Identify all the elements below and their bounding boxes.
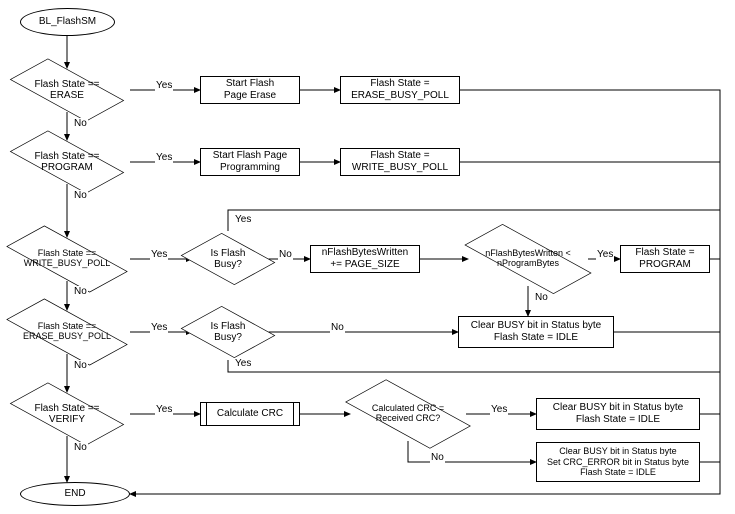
action-start-erase: Start FlashPage Erase bbox=[200, 76, 300, 104]
decision-busy-label: Is FlashBusy? bbox=[190, 230, 266, 288]
action-label: Clear BUSY bit in Status byteSet CRC_ERR… bbox=[547, 446, 689, 478]
action-state-erase-busy: Flash State =ERASE_BUSY_POLL bbox=[340, 76, 460, 104]
edge-label: No bbox=[73, 442, 88, 453]
edge-label: Yes bbox=[150, 249, 168, 260]
action-state-program: Flash State =PROGRAM bbox=[620, 245, 710, 273]
action-crc-ok: Clear BUSY bit in Status byteFlash State… bbox=[536, 398, 700, 430]
decision-verify: Flash State ==VERIFY bbox=[13, 387, 121, 441]
edge-label: Yes bbox=[155, 80, 173, 91]
decision-crc-label: Calculated CRC =Received CRC? bbox=[348, 385, 468, 443]
action-crc-error: Clear BUSY bit in Status byteSet CRC_ERR… bbox=[536, 442, 700, 482]
edge-label: Yes bbox=[155, 404, 173, 415]
end-label: END bbox=[64, 488, 85, 500]
edge-label: No bbox=[430, 452, 445, 463]
edge-label: Yes bbox=[155, 152, 173, 163]
edge-label: Yes bbox=[490, 404, 508, 415]
edge-label: Yes bbox=[234, 214, 252, 225]
decision-write-busy-poll: Flash State ==WRITE_BUSY_POLL bbox=[8, 232, 126, 286]
action-label: Clear BUSY bit in Status byteFlash State… bbox=[471, 320, 601, 344]
decision-write-busy-label: Flash State ==WRITE_BUSY_POLL bbox=[8, 232, 126, 286]
decision-is-flash-busy-1: Is FlashBusy? bbox=[190, 230, 266, 288]
action-label: nFlashBytesWritten+= PAGE_SIZE bbox=[322, 247, 409, 271]
start-label: BL_FlashSM bbox=[39, 16, 96, 28]
decision-verify-label: Flash State ==VERIFY bbox=[13, 387, 121, 441]
edge-label: No bbox=[330, 322, 345, 333]
decision-crc-match: Calculated CRC =Received CRC? bbox=[348, 385, 468, 443]
decision-erase-busy-label: Flash State ==ERASE_BUSY_POLL bbox=[8, 305, 126, 359]
action-label: Flash State =PROGRAM bbox=[635, 247, 694, 271]
edge-label: Yes bbox=[596, 249, 614, 260]
action-label: Flash State =ERASE_BUSY_POLL bbox=[351, 78, 449, 102]
action-clear-busy-idle: Clear BUSY bit in Status byteFlash State… bbox=[458, 316, 614, 348]
action-label: Clear BUSY bit in Status byteFlash State… bbox=[553, 402, 683, 426]
action-label: Flash State =WRITE_BUSY_POLL bbox=[352, 150, 448, 174]
action-increment-bytes: nFlashBytesWritten+= PAGE_SIZE bbox=[310, 245, 420, 273]
edge-label: Yes bbox=[234, 358, 252, 369]
terminal-end: END bbox=[20, 482, 130, 506]
edge-label: No bbox=[278, 249, 293, 260]
action-calculate-crc: Calculate CRC bbox=[200, 402, 300, 426]
edge-label: Yes bbox=[150, 322, 168, 333]
edge-label: No bbox=[73, 118, 88, 129]
decision-erase-label: Flash State ==ERASE bbox=[13, 63, 121, 117]
decision-is-flash-busy-2: Is FlashBusy? bbox=[190, 303, 266, 361]
decision-busy-label: Is FlashBusy? bbox=[190, 303, 266, 361]
edge-label: No bbox=[73, 190, 88, 201]
terminal-start: BL_FlashSM bbox=[20, 8, 115, 36]
action-start-program: Start Flash PageProgramming bbox=[200, 148, 300, 176]
decision-erase-busy-poll: Flash State ==ERASE_BUSY_POLL bbox=[8, 305, 126, 359]
action-label: Start FlashPage Erase bbox=[224, 78, 276, 102]
decision-erase: Flash State ==ERASE bbox=[13, 63, 121, 117]
edge-label: No bbox=[73, 286, 88, 297]
action-state-write-busy: Flash State =WRITE_BUSY_POLL bbox=[340, 148, 460, 176]
action-label: Calculate CRC bbox=[217, 408, 283, 420]
decision-program-label: Flash State ==PROGRAM bbox=[13, 135, 121, 189]
decision-bytes-label: nFlashBytesWritten <nProgramBytes bbox=[465, 232, 591, 286]
action-label: Start Flash PageProgramming bbox=[213, 150, 287, 174]
decision-program: Flash State ==PROGRAM bbox=[13, 135, 121, 189]
decision-bytes-compare: nFlashBytesWritten <nProgramBytes bbox=[465, 232, 591, 286]
edge-label: No bbox=[73, 360, 88, 371]
edge-label: No bbox=[534, 292, 549, 303]
